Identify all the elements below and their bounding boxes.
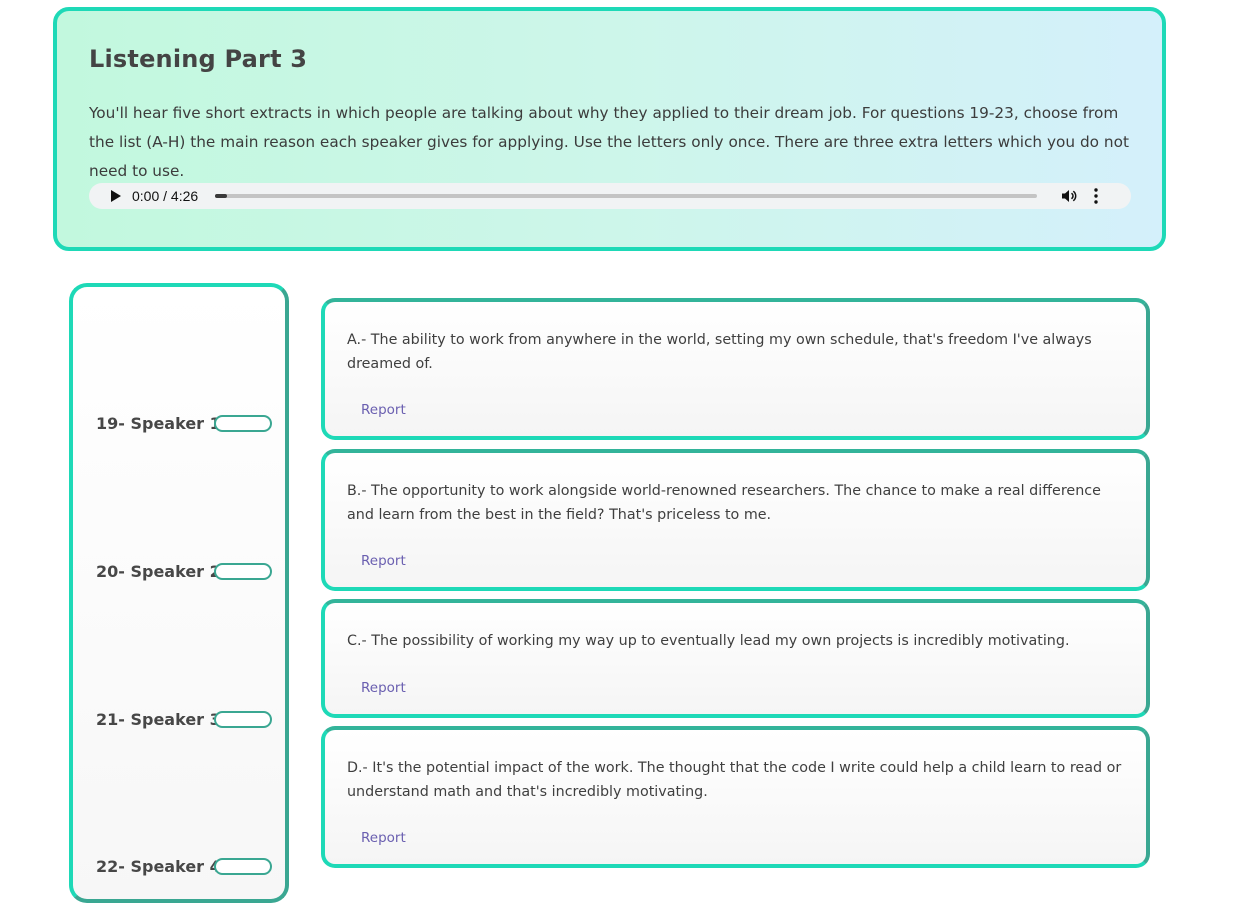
speaker-2-answer-input[interactable]: [214, 563, 272, 580]
speaker-label: 19- Speaker 1: [96, 414, 221, 433]
option-text: A.- The ability to work from anywhere in…: [347, 332, 1092, 372]
speaker-4-answer-input[interactable]: [214, 858, 272, 875]
play-icon[interactable]: [111, 190, 121, 202]
report-link[interactable]: Report: [361, 830, 406, 846]
option-card-d: D.- It's the potential impact of the wor…: [321, 726, 1150, 868]
speaker-1-answer-input[interactable]: [214, 415, 272, 432]
speakers-panel: 19- Speaker 1 20- Speaker 2 21- Speaker …: [69, 283, 289, 903]
speaker-3-answer-input[interactable]: [214, 711, 272, 728]
option-card-b: B.- The opportunity to work alongside wo…: [321, 449, 1150, 591]
speaker-row: 22- Speaker 4: [96, 857, 272, 876]
listening-header-card: Listening Part 3 You'll hear five short …: [53, 7, 1166, 251]
audio-progress-fill: [215, 194, 228, 198]
option-card-a: A.- The ability to work from anywhere in…: [321, 298, 1150, 440]
option-text: D.- It's the potential impact of the wor…: [347, 760, 1122, 800]
speaker-row: 19- Speaker 1: [96, 414, 272, 433]
report-link[interactable]: Report: [361, 680, 406, 696]
audio-seek-bar[interactable]: [215, 194, 1037, 198]
report-link[interactable]: Report: [361, 402, 406, 418]
volume-icon[interactable]: [1061, 188, 1077, 204]
more-vertical-icon[interactable]: [1094, 188, 1098, 204]
speaker-row: 20- Speaker 2: [96, 562, 272, 581]
report-link[interactable]: Report: [361, 553, 406, 569]
page-title: Listening Part 3: [89, 45, 308, 73]
speaker-label: 22- Speaker 4: [96, 857, 221, 876]
option-card-c: C.- The possibility of working my way up…: [321, 599, 1150, 718]
audio-time: 0:00 / 4:26: [132, 188, 199, 204]
speaker-label: 21- Speaker 3: [96, 710, 221, 729]
option-text: C.- The possibility of working my way up…: [347, 633, 1070, 649]
option-text: B.- The opportunity to work alongside wo…: [347, 483, 1101, 523]
speaker-row: 21- Speaker 3: [96, 710, 272, 729]
speaker-label: 20- Speaker 2: [96, 562, 221, 581]
instructions-text: You'll hear five short extracts in which…: [89, 104, 1129, 180]
audio-player[interactable]: 0:00 / 4:26: [89, 183, 1131, 209]
